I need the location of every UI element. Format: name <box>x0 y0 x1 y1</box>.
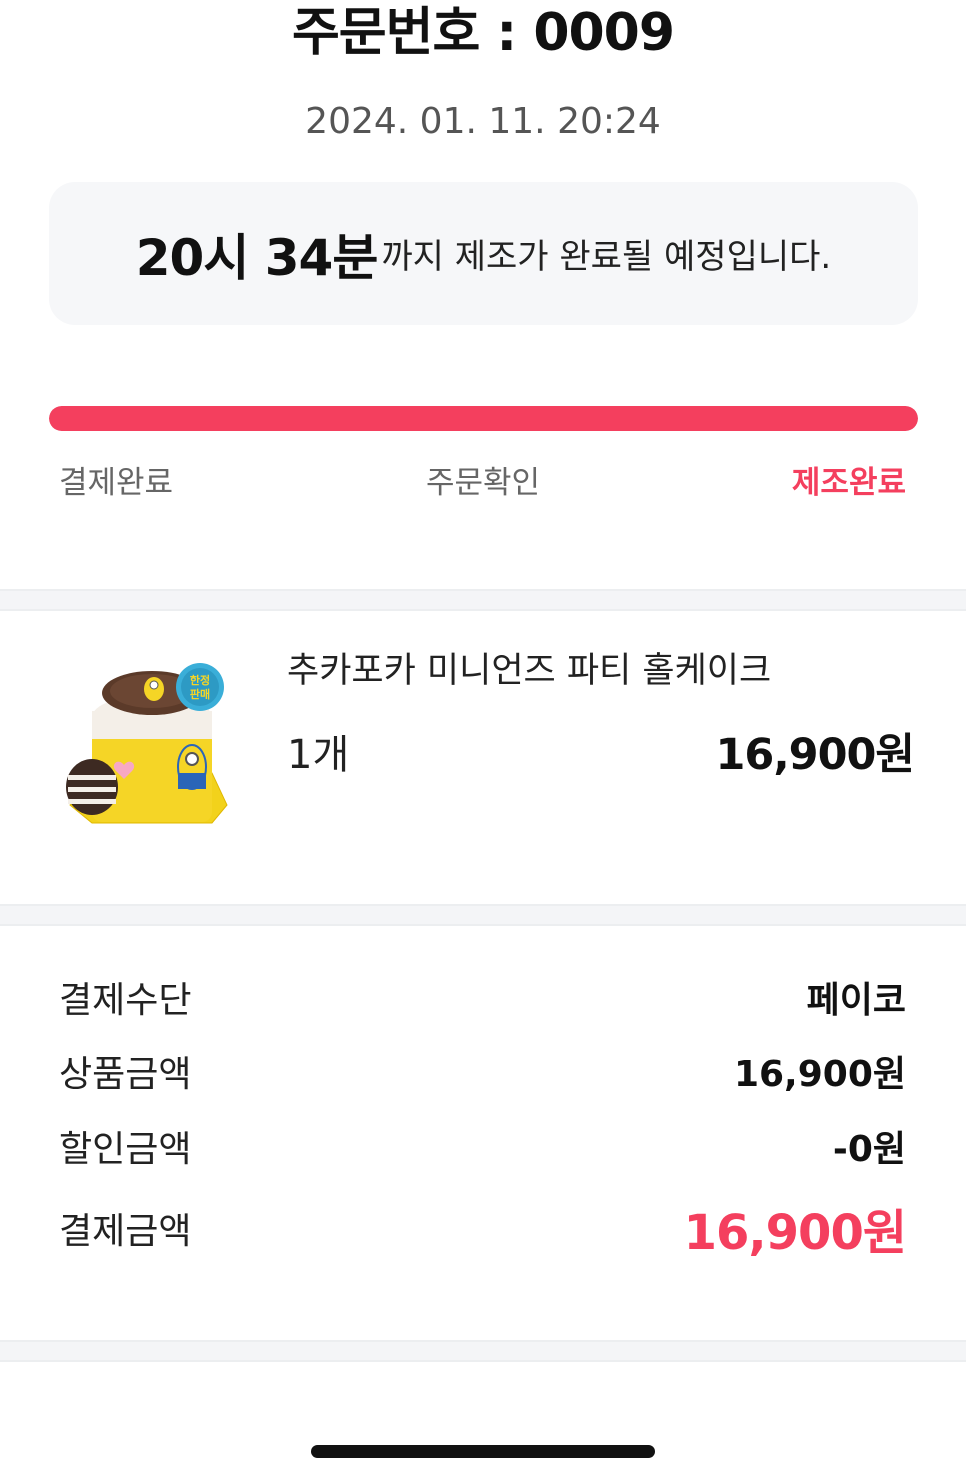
total-amount-value: 16,900원 <box>683 1205 907 1261</box>
payment-method-value: 페이코 <box>806 980 906 1021</box>
product-amount-label: 상품금액 <box>59 1054 192 1095</box>
total-amount-label: 결제금액 <box>59 1211 192 1252</box>
section-divider <box>0 1340 966 1362</box>
product-name: 추카포카 미니언즈 파티 홀케이크 <box>287 651 772 691</box>
product-price: 16,900원 <box>715 730 915 780</box>
eta-box: 20시 34분 까지 제조가 완료될 예정입니다. <box>49 182 918 325</box>
progress-bar <box>49 406 918 431</box>
step-production-complete: 제조완료 <box>791 465 906 501</box>
eta-message: 까지 제조가 완료될 예정입니다. <box>381 237 832 277</box>
eta-time: 20시 34분 <box>135 228 379 287</box>
section-divider <box>0 904 966 926</box>
discount-amount-label: 할인금액 <box>59 1129 192 1170</box>
product-amount-value: 16,900원 <box>733 1054 906 1095</box>
product-quantity: 1개 <box>287 732 350 778</box>
discount-amount-value: -0원 <box>832 1129 906 1170</box>
home-indicator[interactable] <box>311 1445 655 1458</box>
svg-text:한정: 한정 <box>190 673 210 687</box>
svg-text:판매: 판매 <box>190 687 210 701</box>
progress-bar-fill <box>49 406 918 431</box>
order-number-title: 주문번호 : 0009 <box>291 3 675 63</box>
payment-method-label: 결제수단 <box>59 980 192 1021</box>
minions-cake-image: 한정 판매 <box>62 655 232 845</box>
section-divider <box>0 589 966 611</box>
order-datetime: 2024. 01. 11. 20:24 <box>305 101 661 142</box>
